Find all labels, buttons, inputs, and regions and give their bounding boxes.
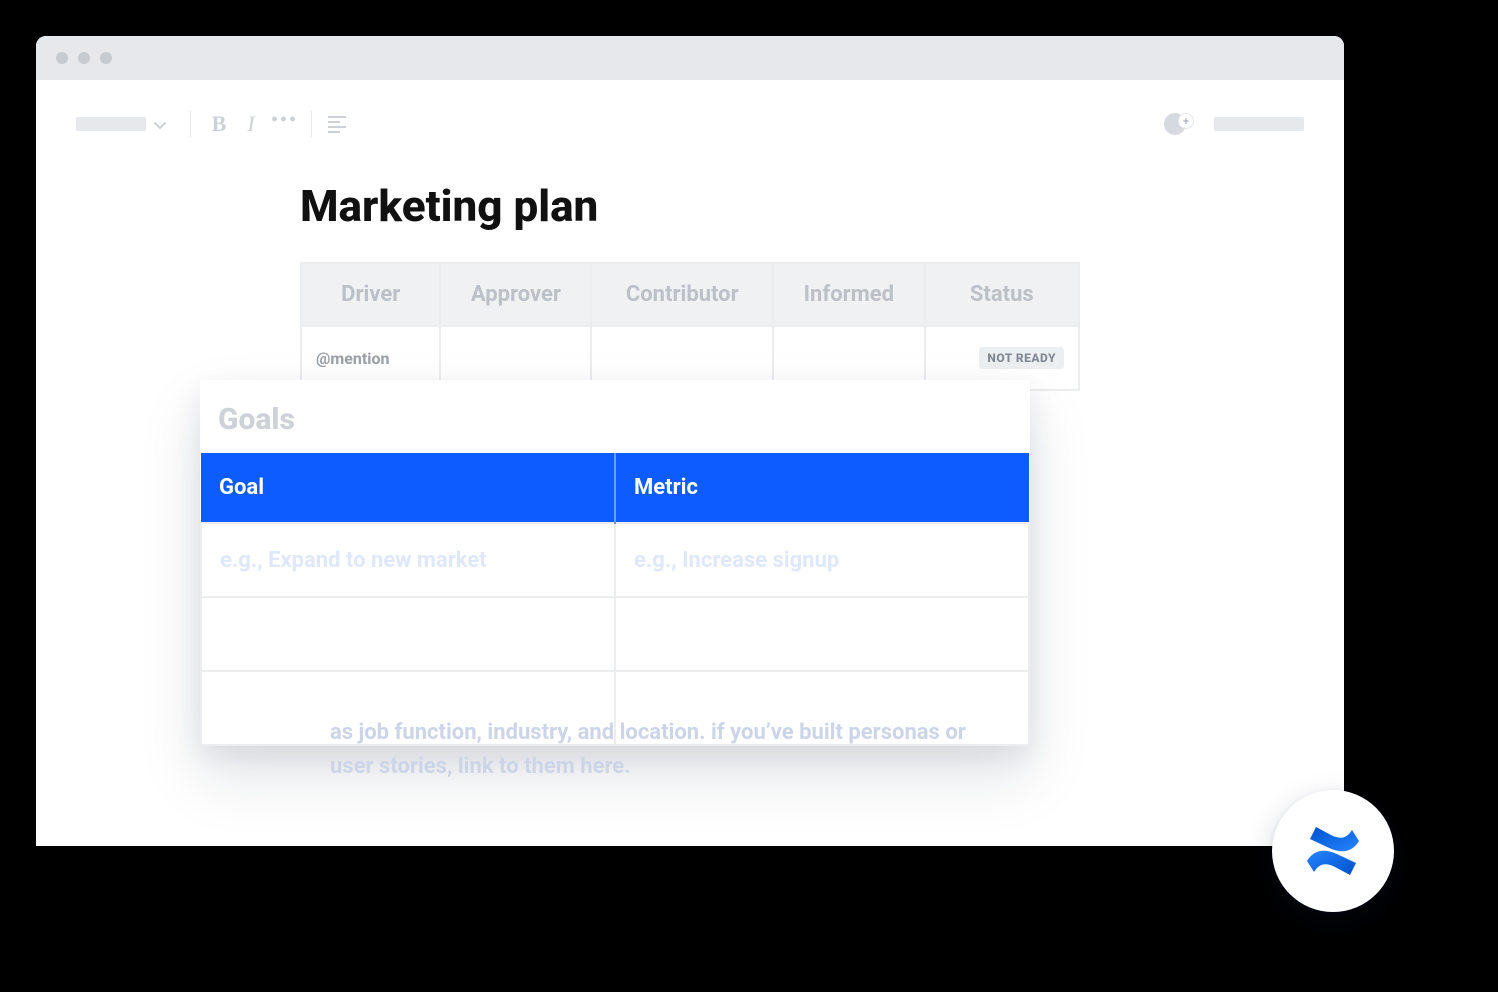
editor-toolbar: B I ••• + xyxy=(76,80,1304,150)
daci-header-approver: Approver xyxy=(440,263,591,326)
align-left-icon[interactable] xyxy=(328,116,346,133)
metric-cell[interactable]: e.g., Increase signup xyxy=(615,523,1029,597)
goal-cell[interactable]: e.g., Expand to new market xyxy=(201,523,615,597)
goal-cell[interactable] xyxy=(201,597,615,671)
add-user-button[interactable]: + xyxy=(1178,113,1194,129)
page-title[interactable]: Marketing plan xyxy=(300,180,1080,232)
confluence-logo-icon xyxy=(1272,790,1394,912)
window-control-maximize[interactable] xyxy=(100,52,112,64)
toolbar-style-dropdown[interactable] xyxy=(76,117,146,131)
daci-header-informed: Informed xyxy=(773,263,925,326)
goals-table: Goal Metric e.g., Expand to new market e… xyxy=(200,453,1030,746)
avatar[interactable]: + xyxy=(1164,113,1186,135)
window-control-minimize[interactable] xyxy=(78,52,90,64)
goals-header-goal: Goal xyxy=(201,453,615,523)
toolbar-separator xyxy=(311,111,312,137)
daci-table: Driver Approver Contributor Informed Sta… xyxy=(300,262,1080,391)
table-row: e.g., Expand to new market e.g., Increas… xyxy=(201,523,1029,597)
status-badge: NOT READY xyxy=(979,347,1064,369)
window-titlebar xyxy=(36,36,1344,80)
daci-header-contributor: Contributor xyxy=(591,263,773,326)
toolbar-separator xyxy=(190,111,191,137)
document-body: Marketing plan Driver Approver Contribut… xyxy=(300,150,1080,391)
bold-button[interactable]: B xyxy=(207,111,231,137)
italic-button[interactable]: I xyxy=(239,111,263,137)
goals-header-metric: Metric xyxy=(615,453,1029,523)
body-paragraph: as job function, industry, and location.… xyxy=(330,716,990,784)
goals-panel: Goals Goal Metric e.g., Expand to new ma… xyxy=(200,380,1030,746)
daci-header-driver: Driver xyxy=(301,263,440,326)
toolbar-action-placeholder[interactable] xyxy=(1214,117,1304,131)
window-control-close[interactable] xyxy=(56,52,68,64)
table-row xyxy=(201,597,1029,671)
metric-cell[interactable] xyxy=(615,597,1029,671)
chevron-down-icon xyxy=(154,115,166,134)
more-formatting-button[interactable]: ••• xyxy=(271,109,295,132)
daci-header-status: Status xyxy=(925,263,1079,326)
goals-heading: Goals xyxy=(200,398,1030,453)
